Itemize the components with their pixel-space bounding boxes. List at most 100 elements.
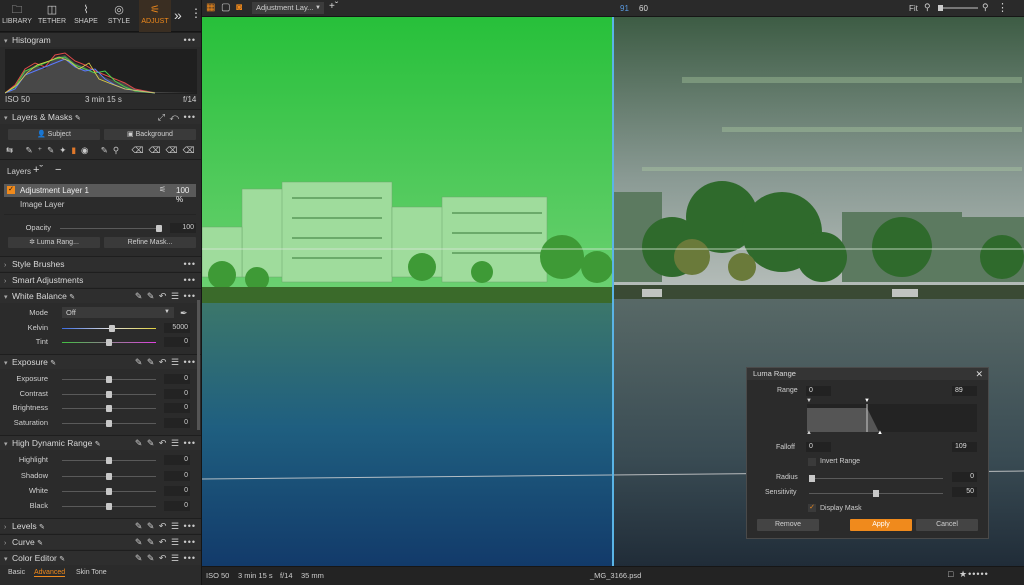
add-icon[interactable]: +ˇ: [329, 1, 338, 12]
tool-icons[interactable]: ✎ ✎ ↶ ☰ •••: [135, 436, 196, 451]
menu-icon[interactable]: ⤢ ↶ •••: [158, 110, 196, 125]
range-right-handle[interactable]: ▼: [864, 398, 870, 404]
exposure-header[interactable]: ▾ Exposure ✎ ✎ ✎ ↶ ☰ •••: [0, 354, 201, 370]
falloff-left-handle[interactable]: ▲: [806, 430, 812, 436]
display-mask-checkbox[interactable]: ✓: [808, 504, 816, 512]
slider-thumb[interactable]: [106, 420, 112, 427]
range-max-field[interactable]: 89: [952, 386, 977, 396]
sensitivity-slider[interactable]: [809, 490, 943, 497]
brightness-slider[interactable]: [62, 405, 156, 412]
single-view-icon[interactable]: ▢: [221, 2, 230, 13]
menu-icon[interactable]: •••: [184, 257, 196, 272]
shadow-slider[interactable]: [62, 473, 156, 480]
zoom-fit-label[interactable]: Fit: [909, 4, 918, 13]
range-min-field[interactable]: 0: [806, 386, 831, 396]
tab-style[interactable]: ◎ STYLE: [105, 0, 133, 32]
radius-slider[interactable]: [809, 475, 943, 482]
overflow-menu-icon[interactable]: ⋮: [190, 6, 201, 20]
slider-thumb[interactable]: [106, 473, 112, 480]
saturation-slider[interactable]: [62, 420, 156, 427]
tab-tether[interactable]: ◫ TETHER: [36, 0, 68, 32]
mask-view-icon[interactable]: ◙: [236, 2, 242, 13]
color-editor-tab-basic[interactable]: Basic: [8, 569, 25, 576]
background-button[interactable]: ▣ Background: [104, 129, 196, 140]
refine-mask-button[interactable]: Refine Mask...: [104, 237, 196, 248]
cancel-button[interactable]: Cancel: [916, 519, 978, 531]
apply-button[interactable]: Apply: [850, 519, 912, 531]
hdr-header[interactable]: ▾ High Dynamic Range ✎ ✎ ✎ ↶ ☰ •••: [0, 435, 201, 451]
color-editor-tab-skin-tone[interactable]: Skin Tone: [76, 569, 107, 576]
slider-thumb[interactable]: [106, 457, 112, 464]
exposure-slider[interactable]: [62, 376, 156, 383]
remove-layer-icon[interactable]: −: [55, 164, 61, 176]
tool-icons[interactable]: ✎ ✎ ↶ ☰ •••: [135, 289, 196, 304]
levels-header[interactable]: › Levels ✎ ✎ ✎ ↶ ☰ •••: [0, 518, 201, 534]
highlight-slider[interactable]: [62, 457, 156, 464]
color-tag-icon[interactable]: □: [948, 569, 953, 579]
invert-range-checkbox[interactable]: [808, 458, 816, 466]
layers-masks-header[interactable]: ▾ Layers & Masks ✎ ⤢ ↶ •••: [0, 109, 201, 125]
smart-adjustments-header[interactable]: › Smart Adjustments •••: [0, 272, 201, 288]
menu-icon[interactable]: •••: [184, 273, 196, 288]
contrast-slider[interactable]: [62, 391, 156, 398]
slider-thumb[interactable]: [106, 503, 112, 510]
zoom-out-icon[interactable]: ⚲: [924, 2, 931, 13]
color-editor-tab-advanced[interactable]: Advanced: [34, 569, 66, 577]
kelvin-slider-thumb[interactable]: [109, 325, 115, 332]
slider-thumb[interactable]: [106, 405, 112, 412]
tool-icons[interactable]: ✎ ✎ ↶ ☰ •••: [135, 551, 196, 566]
histogram-header[interactable]: ▾ Histogram •••: [0, 32, 201, 48]
gradient-icon[interactable]: ▮: [71, 145, 81, 155]
opacity-slider-thumb[interactable]: [156, 225, 162, 232]
white-slider[interactable]: [62, 488, 156, 495]
layer-row-image[interactable]: Image Layer: [20, 200, 64, 209]
falloff-max-field[interactable]: 109: [952, 442, 977, 452]
zoom-slider-thumb[interactable]: [938, 5, 943, 11]
style-brushes-header[interactable]: › Style Brushes •••: [0, 256, 201, 272]
layer-select[interactable]: Adjustment Lay... ▼: [252, 2, 324, 14]
rating-stars[interactable]: ★•••••: [959, 569, 989, 580]
falloff-right-handle[interactable]: ▲: [877, 430, 883, 436]
slider-thumb[interactable]: [106, 376, 112, 383]
more-tabs-icon[interactable]: »: [174, 7, 182, 23]
eyedropper-icon[interactable]: ✒: [180, 306, 188, 320]
close-icon[interactable]: ✕: [975, 368, 983, 380]
tab-library[interactable]: 🗀 LIBRARY: [2, 0, 32, 32]
radius-field[interactable]: 0: [952, 472, 977, 482]
slider-thumb[interactable]: [106, 488, 112, 495]
tool-icons[interactable]: ✎ ✎ ↶ ☰ •••: [135, 519, 196, 534]
subject-button[interactable]: 👤 Subject: [8, 129, 100, 140]
luma-range-button[interactable]: ✲ Luma Rang...: [8, 237, 100, 248]
layer-row-adjustment[interactable]: ✓ Adjustment Layer 1 ⚟ 100 %: [4, 184, 196, 204]
slider-thumb[interactable]: [106, 391, 112, 398]
sensitivity-slider-thumb[interactable]: [873, 490, 879, 497]
white-balance-header[interactable]: ▾ White Balance ✎ ✎ ✎ ↶ ☰ •••: [0, 288, 201, 304]
opacity-slider[interactable]: [60, 225, 162, 232]
tool-icons[interactable]: ✎ ✎ ↶ ☰ •••: [135, 535, 196, 550]
panel-scrollbar[interactable]: [197, 300, 200, 430]
kelvin-slider[interactable]: [62, 325, 156, 332]
tool-icons[interactable]: ✎ ✎ ↶ ☰ •••: [135, 355, 196, 370]
wb-mode-select[interactable]: Off ▼: [62, 307, 174, 318]
zoom-slider[interactable]: [938, 5, 978, 11]
color-editor-header[interactable]: ▾ Color Editor ✎ ✎ ✎ ↶ ☰ •••: [0, 550, 201, 566]
menu-icon[interactable]: •••: [184, 33, 196, 48]
luma-range-graph[interactable]: [807, 404, 977, 432]
mask-tools-row[interactable]: ⇆ ✎⁺✎✦▮◉ ✎⚲ ⌫⌫⌫⌫: [6, 145, 200, 156]
zoom-in-icon[interactable]: ⚲: [982, 2, 989, 13]
tint-slider[interactable]: [62, 339, 156, 346]
layer-visible-checkbox[interactable]: ✓: [7, 186, 15, 194]
tab-adjust[interactable]: ⚟ ADJUST: [139, 0, 171, 32]
black-slider[interactable]: [62, 503, 156, 510]
overflow-menu-icon[interactable]: ⋮: [997, 1, 1008, 14]
tab-shape[interactable]: ⌇ SHAPE: [72, 0, 100, 32]
tint-slider-thumb[interactable]: [106, 339, 112, 346]
range-left-handle[interactable]: ▼: [806, 398, 812, 404]
radius-slider-thumb[interactable]: [809, 475, 815, 482]
grid-view-icon[interactable]: ▦: [206, 2, 215, 13]
curve-header[interactable]: › Curve ✎ ✎ ✎ ↶ ☰ •••: [0, 534, 201, 550]
sensitivity-field[interactable]: 50: [952, 487, 977, 497]
falloff-min-field[interactable]: 0: [806, 442, 831, 452]
add-layer-icon[interactable]: +ˇ: [33, 164, 43, 176]
remove-button[interactable]: Remove: [757, 519, 819, 531]
